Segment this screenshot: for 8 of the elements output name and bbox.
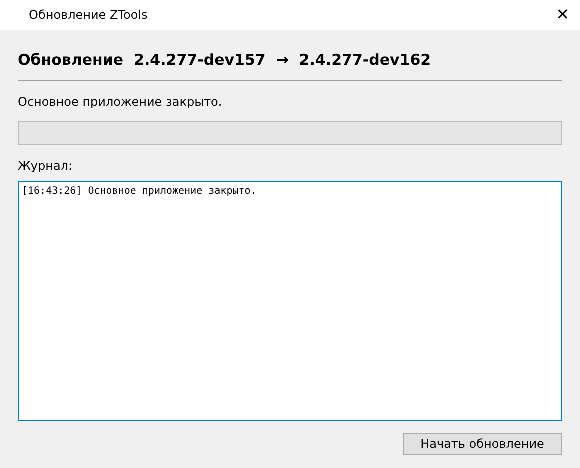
start-update-button[interactable]: Начать обновление xyxy=(403,433,562,455)
close-button[interactable]: ✕ xyxy=(546,0,580,30)
log-label: Журнал: xyxy=(18,158,74,175)
update-heading: Обновление 2.4.277-dev157 → 2.4.277-dev162 xyxy=(18,51,432,69)
status-text: Основное приложение закрыто. xyxy=(18,94,224,111)
log-area[interactable]: [16:43:26] Основное приложение закрыто. xyxy=(18,181,562,421)
log-line: [16:43:26] Основное приложение закрыто. xyxy=(22,185,258,199)
window-title: Обновление ZTools xyxy=(29,7,148,24)
